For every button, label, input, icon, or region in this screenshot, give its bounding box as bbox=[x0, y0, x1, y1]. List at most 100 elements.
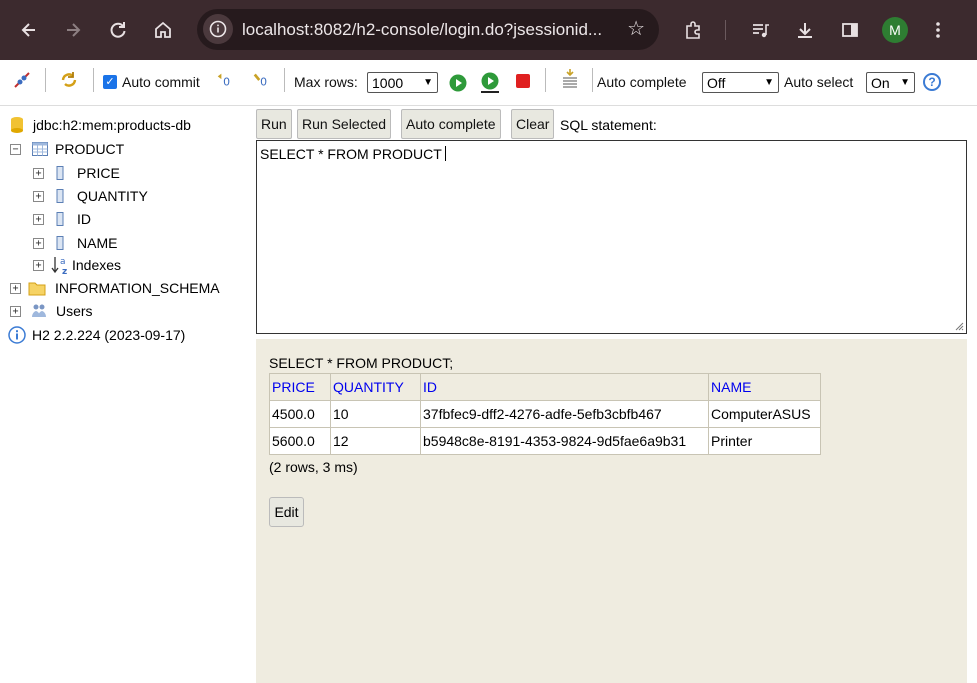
home-icon[interactable] bbox=[147, 14, 179, 46]
tree-connection[interactable]: jdbc:h2:mem:products-db bbox=[10, 115, 191, 135]
run-button[interactable]: Run bbox=[256, 109, 292, 139]
result-query: SELECT * FROM PRODUCT; bbox=[269, 355, 454, 371]
column-icon bbox=[56, 236, 64, 250]
media-control-icon[interactable] bbox=[744, 14, 776, 46]
users-icon bbox=[32, 304, 46, 317]
site-info-icon[interactable] bbox=[203, 14, 233, 44]
tree-schema[interactable]: + INFORMATION_SCHEMA bbox=[10, 278, 220, 298]
column-label: NAME bbox=[77, 235, 118, 251]
table-label: PRODUCT bbox=[55, 141, 125, 157]
max-rows-label: Max rows: bbox=[294, 74, 358, 90]
history-icon[interactable] bbox=[560, 69, 580, 89]
auto-complete-button[interactable]: Auto complete bbox=[401, 109, 501, 139]
commit-icon[interactable]: 0 bbox=[252, 70, 272, 90]
tree-indexes[interactable]: + az Indexes bbox=[33, 255, 121, 275]
chevron-down-icon: ▼ bbox=[900, 77, 910, 88]
url-text: localhost:8082/h2-console/login.do?jsess… bbox=[242, 20, 603, 39]
sql-statement-label: SQL statement: bbox=[560, 117, 657, 133]
resize-handle-icon[interactable] bbox=[954, 321, 964, 331]
table-row: 5600.0 12 b5948c8e-8191-4353-9824-9d5fae… bbox=[269, 427, 821, 455]
column-label: PRICE bbox=[77, 165, 120, 181]
back-icon[interactable] bbox=[13, 14, 45, 46]
tree-column[interactable]: + QUANTITY bbox=[33, 186, 148, 206]
table-icon bbox=[32, 142, 48, 156]
profile-avatar[interactable]: M bbox=[882, 17, 908, 43]
toolbar-separator bbox=[545, 68, 546, 92]
expand-icon[interactable]: + bbox=[33, 190, 44, 202]
index-sort-icon: az bbox=[51, 257, 67, 275]
table-cell: 5600.0 bbox=[269, 427, 331, 455]
chevron-down-icon: ▼ bbox=[423, 77, 433, 88]
sql-editor[interactable]: SELECT * FROM PRODUCT bbox=[256, 140, 967, 334]
table-cell: 10 bbox=[330, 400, 421, 428]
run-selected-button[interactable]: Run Selected bbox=[297, 109, 392, 139]
users-label: Users bbox=[56, 303, 93, 319]
clear-button[interactable]: Clear bbox=[511, 109, 555, 139]
column-icon bbox=[56, 212, 64, 226]
bookmark-star-icon[interactable]: ☆ bbox=[627, 18, 645, 40]
sql-text: SELECT * FROM PRODUCT bbox=[260, 146, 446, 162]
reload-icon[interactable] bbox=[102, 14, 134, 46]
column-header[interactable]: ID bbox=[420, 373, 709, 401]
auto-select-label: Auto select bbox=[784, 74, 854, 90]
indexes-label: Indexes bbox=[72, 257, 122, 273]
auto-complete-select[interactable]: Off ▼ bbox=[702, 72, 779, 93]
expand-icon[interactable]: + bbox=[33, 259, 44, 271]
side-panel-icon[interactable] bbox=[834, 14, 866, 46]
auto-complete-value: Off bbox=[707, 74, 726, 91]
address-bar[interactable]: localhost:8082/h2-console/login.do?jsess… bbox=[197, 9, 659, 50]
max-rows-select[interactable]: 1000 ▼ bbox=[367, 72, 438, 93]
column-header[interactable]: PRICE bbox=[269, 373, 331, 401]
table-cell: 37fbfec9-dff2-4276-adfe-5efb3cbfb467 bbox=[420, 400, 709, 428]
svg-text:z: z bbox=[62, 267, 67, 275]
refresh-icon[interactable] bbox=[59, 70, 79, 90]
expand-icon[interactable]: + bbox=[33, 213, 44, 225]
auto-select-select[interactable]: On ▼ bbox=[866, 72, 915, 93]
more-menu-icon[interactable] bbox=[922, 14, 954, 46]
toolbar-separator bbox=[93, 68, 94, 92]
connection-label: jdbc:h2:mem:products-db bbox=[33, 117, 191, 133]
downloads-icon[interactable] bbox=[789, 14, 821, 46]
tree-users[interactable]: + Users bbox=[10, 301, 93, 321]
folder-icon bbox=[28, 282, 46, 296]
result-table: PRICE QUANTITY ID NAME 4500.0 10 37fbfec… bbox=[269, 373, 821, 455]
auto-select-value: On bbox=[871, 74, 890, 91]
toolbar-divider bbox=[725, 20, 726, 40]
tree-column[interactable]: + ID bbox=[33, 209, 91, 229]
svg-text:0: 0 bbox=[223, 75, 230, 88]
tree-version: H2 2.2.224 (2023-09-17) bbox=[8, 325, 185, 345]
rollback-icon[interactable]: 0 bbox=[215, 70, 235, 90]
expand-icon[interactable]: + bbox=[10, 305, 21, 317]
auto-commit-checkbox[interactable]: ✓ bbox=[103, 75, 117, 89]
extensions-icon[interactable] bbox=[677, 14, 709, 46]
disconnect-icon[interactable] bbox=[12, 70, 32, 90]
table-cell: b5948c8e-8191-4353-9824-9d5fae6a9b31 bbox=[420, 427, 709, 455]
tree-column[interactable]: + PRICE bbox=[33, 163, 120, 183]
column-icon bbox=[56, 189, 64, 203]
tree-table-product[interactable]: − PRODUCT bbox=[10, 139, 124, 159]
toolbar-separator bbox=[592, 68, 593, 92]
version-label: H2 2.2.224 (2023-09-17) bbox=[32, 327, 186, 343]
table-cell: Printer bbox=[708, 427, 821, 455]
expand-icon[interactable]: + bbox=[10, 282, 21, 294]
run-selected-icon[interactable] bbox=[480, 72, 500, 93]
expand-icon[interactable]: + bbox=[33, 237, 44, 249]
help-icon[interactable]: ? bbox=[923, 73, 941, 91]
stop-icon[interactable] bbox=[513, 71, 533, 91]
max-rows-value: 1000 bbox=[372, 74, 404, 91]
forward-icon[interactable] bbox=[57, 14, 89, 46]
column-header[interactable]: QUANTITY bbox=[330, 373, 421, 401]
toolbar-separator bbox=[284, 68, 285, 92]
tree-column[interactable]: + NAME bbox=[33, 233, 117, 253]
table-cell: 4500.0 bbox=[269, 400, 331, 428]
auto-complete-label: Auto complete bbox=[597, 74, 687, 90]
browser-toolbar: localhost:8082/h2-console/login.do?jsess… bbox=[0, 0, 977, 60]
expand-icon[interactable]: + bbox=[33, 167, 44, 179]
edit-button[interactable]: Edit bbox=[269, 497, 304, 527]
column-header[interactable]: NAME bbox=[708, 373, 821, 401]
toolbar-separator bbox=[45, 68, 46, 92]
database-icon bbox=[11, 117, 23, 133]
collapse-icon[interactable]: − bbox=[10, 143, 21, 155]
svg-text:a: a bbox=[60, 257, 66, 267]
run-icon[interactable] bbox=[448, 73, 468, 93]
